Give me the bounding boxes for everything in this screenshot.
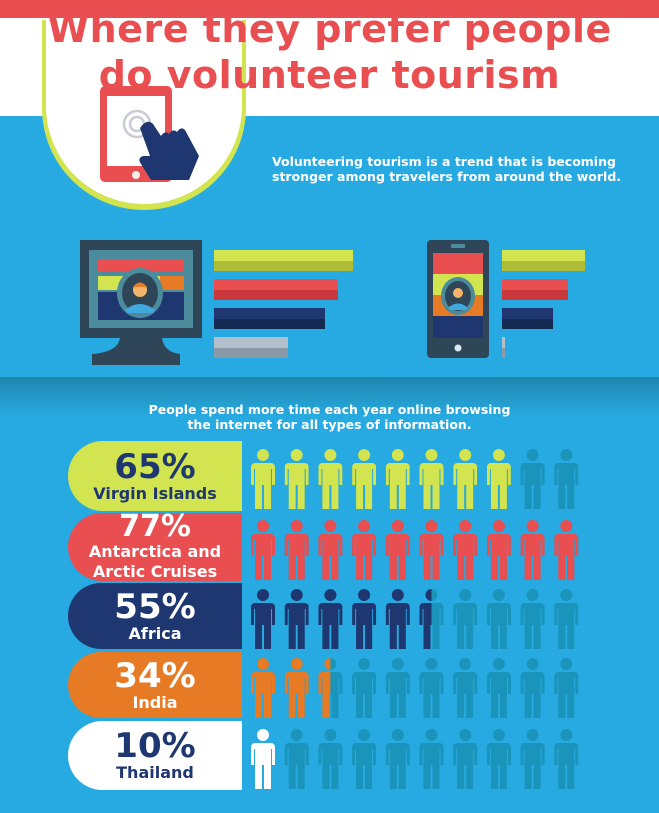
destination-label: 10% Thailand [68, 721, 242, 790]
person-icon [453, 520, 478, 580]
destination-name: Virgin Islands [93, 483, 217, 503]
destination-label: 34% India [68, 652, 242, 718]
person-icon [385, 728, 410, 789]
person-icon [419, 449, 444, 509]
destination-name: Africa [128, 623, 182, 643]
person-icon [318, 520, 343, 580]
person-icon [251, 520, 275, 580]
subtitle-line-1: People spend more time each year online … [148, 402, 511, 417]
title-line-1: Where they prefer people [47, 7, 612, 51]
person-icon [453, 589, 478, 649]
usage-bar-red [502, 279, 568, 300]
person-icon [284, 449, 309, 509]
person-icon [284, 728, 309, 789]
person-icon [385, 589, 410, 649]
usage-bar-navy [502, 308, 554, 329]
destination-label: 65% Virgin Islands [68, 441, 242, 511]
usage-bar-navy [214, 308, 325, 329]
intro-text: Volunteering tourism is a trend that is … [272, 154, 632, 184]
person-icon [318, 728, 343, 789]
destination-label: 55% Africa [68, 583, 242, 649]
destination-percent: 65% [114, 446, 196, 487]
person-icon [385, 520, 410, 580]
person-icon [318, 658, 343, 718]
person-icon [251, 449, 275, 509]
intro-line-2: stronger among travelers from around the… [272, 169, 622, 184]
usage-bar-red [214, 279, 339, 300]
smartphone-icon [427, 240, 489, 358]
people-icon-row [251, 658, 579, 718]
person-icon [419, 728, 444, 789]
person-icon [554, 449, 579, 509]
person-icon [520, 658, 545, 718]
person-icon [251, 589, 275, 649]
people-icon-row [251, 589, 579, 649]
person-icon [318, 589, 343, 649]
person-icon [352, 728, 377, 789]
person-icon [520, 520, 545, 580]
person-icon [520, 728, 545, 789]
person-icon [486, 728, 511, 789]
destination-percent: 34% [114, 655, 196, 696]
people-icon-row [251, 449, 579, 509]
usage-bar-gray [214, 337, 289, 358]
person-icon [251, 658, 275, 718]
person-icon [251, 728, 275, 789]
destination-percent: 10% [114, 726, 196, 766]
person-icon [486, 449, 511, 509]
usage-bar-gray [502, 337, 505, 358]
person-icon [486, 658, 511, 718]
person-icon [520, 589, 545, 649]
person-icon [352, 520, 377, 580]
person-icon [284, 589, 309, 649]
section-subtitle: People spend more time each year online … [0, 402, 659, 432]
person-icon [385, 658, 410, 718]
people-icon-row [251, 520, 579, 580]
person-icon [453, 658, 478, 718]
destination-percent: 55% [114, 586, 196, 627]
tablet-touch-icon [100, 86, 199, 182]
people-icon-row [251, 728, 579, 789]
person-icon [520, 449, 545, 509]
person-icon [284, 520, 309, 580]
person-icon [554, 589, 579, 649]
person-icon [453, 449, 478, 509]
destination-name: India [132, 692, 178, 712]
destination-name: Thailand [116, 763, 194, 782]
person-icon [419, 520, 444, 580]
page-title: Where they prefer people do volunteer to… [0, 6, 659, 98]
title-line-2: do volunteer tourism [98, 53, 561, 97]
subtitle-line-2: the internet for all types of informatio… [187, 417, 472, 432]
person-icon [453, 728, 478, 789]
person-icon [554, 658, 579, 718]
person-icon [352, 589, 377, 649]
destination-name: Antarctica and Arctic Cruises [88, 542, 222, 581]
intro-line-1: Volunteering tourism is a trend that is … [272, 154, 616, 169]
person-icon [419, 658, 444, 718]
person-icon [318, 449, 343, 509]
person-icon [486, 520, 511, 580]
destination-percent: 77% [119, 509, 191, 544]
usage-bar-lime [214, 250, 353, 271]
person-icon [352, 658, 377, 718]
person-icon [284, 658, 309, 718]
usage-bar-lime [502, 250, 586, 271]
destination-label: 77% Antarctica and Arctic Cruises [68, 509, 242, 581]
person-icon [352, 449, 377, 509]
person-icon [554, 520, 579, 580]
person-icon [419, 589, 444, 649]
desktop-monitor-icon [80, 240, 202, 365]
person-icon [385, 449, 410, 509]
person-icon [486, 589, 511, 649]
person-icon [554, 728, 579, 789]
